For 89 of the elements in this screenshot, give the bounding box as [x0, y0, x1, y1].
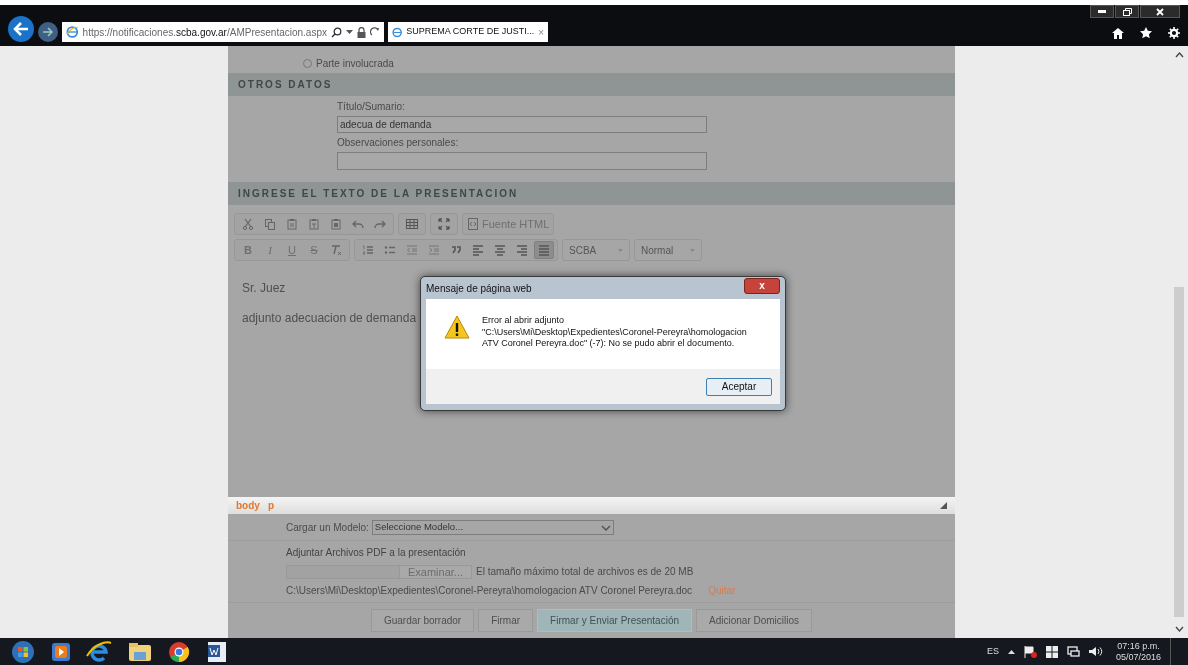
dropdown-caret-icon[interactable] [346, 29, 353, 35]
document-app-icon[interactable] [206, 640, 228, 663]
minimize-icon [1098, 10, 1106, 13]
clipboard-icon [286, 218, 298, 230]
browser-logo-icon[interactable] [86, 639, 112, 664]
address-bar[interactable]: https://notificaciones.scba.gov.ar/AMPresentacion.aspx [62, 22, 384, 42]
align-left-icon [472, 244, 484, 256]
browser-logo-icon [66, 25, 79, 39]
table-icon [406, 218, 418, 230]
scroll-down-icon[interactable] [1174, 626, 1184, 632]
browser-tab[interactable]: SUPREMA CORTE DE JUSTI... × [388, 22, 548, 42]
resize-grip-icon[interactable] [940, 502, 947, 510]
chrome-logo-icon[interactable] [168, 640, 190, 663]
model-label: Cargar un Modelo: [286, 521, 369, 535]
browse-button[interactable]: Examinar... [399, 564, 473, 579]
refresh-icon[interactable] [370, 27, 380, 37]
editor-paragraph: Sr. Juez [242, 280, 286, 297]
tab-close-button[interactable]: × [538, 24, 544, 40]
copy-icon [264, 218, 276, 230]
volume-icon[interactable] [1088, 646, 1103, 657]
quote-icon [450, 244, 462, 256]
path-element[interactable]: p [267, 498, 274, 514]
chevron-down-icon [600, 524, 611, 531]
font-select[interactable]: SCBA [562, 239, 630, 261]
size-note: El tamaño máximo total de archivos es de 20 MB [476, 565, 694, 579]
dialog-close-button[interactable]: x [744, 278, 780, 294]
warning-icon [444, 315, 470, 339]
folder-icon[interactable] [128, 641, 152, 662]
home-icon[interactable] [1112, 27, 1124, 39]
settings-icon[interactable] [1168, 27, 1180, 39]
redo-icon [374, 218, 386, 230]
restore-button[interactable] [1115, 5, 1139, 18]
numbered-list-icon [362, 244, 374, 256]
back-arrow-icon [13, 22, 29, 36]
url-text: https://notificaciones.scba.gov.ar/AMPresentacion.aspx [82, 25, 327, 40]
field-label: Título/Sumario: [337, 100, 406, 114]
model-select[interactable]: Seleccione Modelo... [371, 520, 614, 535]
clipboard-icon [308, 218, 320, 230]
clear-format-icon [330, 244, 342, 256]
action-button[interactable]: Guardar borrador [370, 609, 475, 632]
dialog-title: Mensaje de página web [426, 281, 532, 296]
indent-icon [428, 244, 440, 256]
section-header: INGRESE EL TEXTO DE LA PRESENTACION [228, 182, 955, 205]
media-player-icon[interactable] [52, 642, 70, 661]
action-button[interactable]: Firmar y Enviar Presentación [537, 609, 693, 632]
maximize-icon [438, 218, 450, 230]
language-indicator[interactable]: ES [986, 644, 999, 659]
align-right-icon [516, 244, 528, 256]
restore-icon [1122, 7, 1132, 16]
accept-button[interactable]: Aceptar [706, 377, 772, 396]
windows-logo-icon[interactable] [1045, 645, 1058, 658]
action-button[interactable]: Firmar [478, 609, 534, 632]
attach-label: Adjuntar Archivos PDF a la presentación [286, 546, 467, 560]
attached-file-name: C:\Users\Mi\Desktop\Expedientes\Coronel-Pereyra\homologacion ATV Coronel Pereyra.doc [286, 584, 693, 598]
justify-icon [538, 244, 550, 256]
search-icon[interactable] [331, 26, 342, 38]
network-icon[interactable] [1066, 646, 1080, 657]
forward-arrow-icon [42, 27, 54, 37]
undo-icon [352, 218, 364, 230]
browser-logo-icon [392, 25, 403, 39]
clipboard-icon [330, 218, 342, 230]
forward-button[interactable] [38, 22, 58, 42]
bullet-list-icon [384, 244, 396, 256]
action-button[interactable]: Adicionar Domicilios [696, 609, 813, 632]
close-button[interactable] [1140, 5, 1180, 18]
editor-paragraph: adjunto adecuacion de demanda [242, 310, 417, 327]
start-button[interactable] [10, 639, 36, 664]
minimize-button[interactable] [1090, 5, 1114, 18]
path-element[interactable]: body [236, 498, 260, 514]
format-select[interactable]: Normal [634, 239, 702, 261]
close-icon [1156, 7, 1164, 16]
tab-title: SUPREMA CORTE DE JUSTI... [406, 25, 535, 39]
section-header: OTROS DATOS [228, 73, 955, 96]
outdent-icon [406, 244, 418, 256]
text-field[interactable] [337, 152, 707, 170]
align-center-icon [494, 244, 506, 256]
show-hidden-icons[interactable] [1007, 649, 1015, 654]
star-icon[interactable] [1140, 27, 1152, 39]
lock-icon[interactable] [357, 26, 366, 38]
code-document-icon [467, 218, 479, 230]
scroll-up-icon[interactable] [1174, 52, 1184, 58]
radio-option[interactable]: Parte involucrada [303, 56, 955, 71]
field-label: Observaciones personales: [337, 136, 460, 150]
error-message: Error al abrir adjunto "C:\Users\Mi\Desktop\Expedientes\Coronel-Pereyra\homologacion ATV Coronel Pereyra.doc" (-7): No se pudo abrir el documento. [482, 315, 747, 351]
scissors-icon [242, 218, 254, 230]
clock[interactable]: 07:16 p.m. 05/07/2016 [1115, 641, 1161, 662]
text-field[interactable]: adecua de demanda [337, 116, 707, 133]
flag-icon[interactable] [1023, 645, 1037, 658]
back-button[interactable] [8, 16, 34, 42]
